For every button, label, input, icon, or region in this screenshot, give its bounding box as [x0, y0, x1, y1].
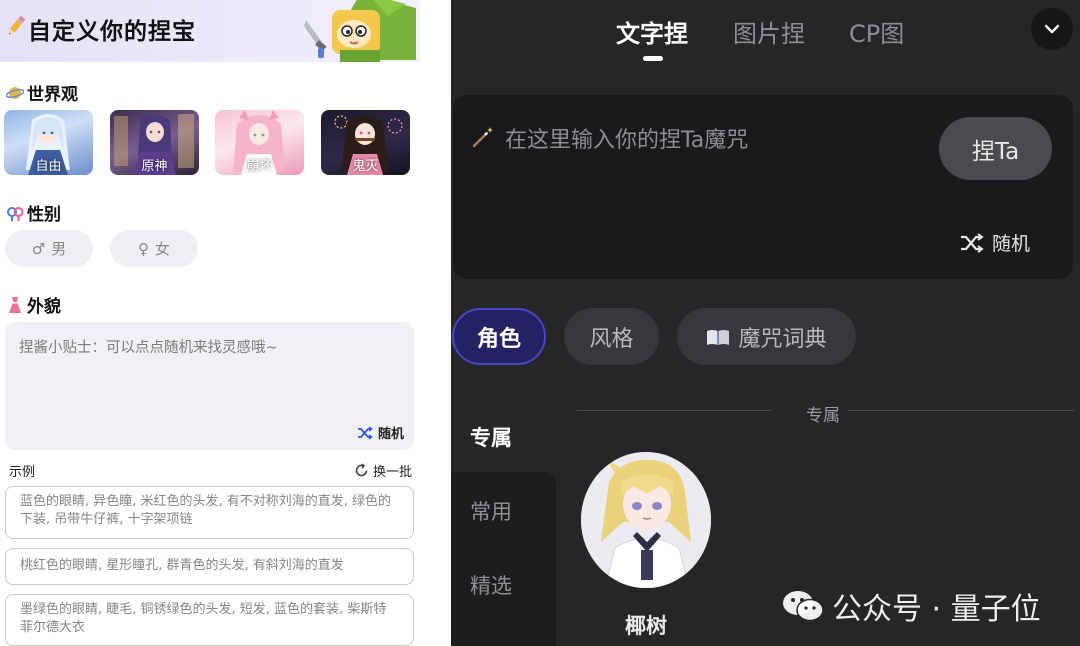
world-card-honkai[interactable]: 崩坏: [215, 110, 304, 175]
prompt-input[interactable]: 在这里输入你的捏Ta魔咒 捏Ta 随机: [453, 95, 1073, 279]
world-card-label: 原神: [141, 159, 168, 174]
book-icon: [707, 329, 730, 345]
side-nav-exclusive[interactable]: 专属: [470, 422, 512, 452]
worldview-heading: 世界观: [6, 80, 78, 105]
side-nav-common[interactable]: 常用: [470, 496, 512, 526]
tab-image[interactable]: 图片捏: [733, 14, 805, 49]
world-card-genshin[interactable]: 原神: [110, 110, 199, 175]
appearance-heading: 外貌: [6, 292, 61, 317]
gender-female-button[interactable]: ♀ 女: [110, 230, 198, 267]
gender-heading: 性别: [6, 200, 61, 225]
shuffle-icon: [961, 232, 984, 253]
character-portrait: [581, 452, 711, 588]
mascot-illustration: [304, 0, 416, 62]
example-item[interactable]: 桃红色的眼睛, 星形瞳孔, 群青色的头发, 有斜刘海的直发: [5, 548, 414, 585]
world-card-demon-slayer[interactable]: 鬼灭: [321, 110, 410, 175]
editor-panel: 文字捏 图片捏 CP图 在这里输入你的捏Ta魔咒 捏Ta 随机 角色 风格 魔咒…: [451, 0, 1080, 646]
prompt-placeholder: 在这里输入你的捏Ta魔咒: [505, 128, 749, 153]
refresh-icon: [355, 463, 368, 477]
examples-label: 示例: [9, 465, 36, 480]
gender-icon: [7, 206, 24, 221]
chip-style-label: 风格: [589, 326, 634, 352]
page-title: 自定义你的捏宝: [28, 19, 196, 45]
chevron-down-icon: [1044, 24, 1060, 34]
wechat-icon: [783, 591, 824, 622]
chip-style[interactable]: 风格: [564, 308, 659, 365]
dress-icon: [9, 296, 21, 313]
male-icon: ♂: [31, 239, 46, 258]
chip-spell-dictionary[interactable]: 魔咒词典: [677, 308, 856, 365]
customize-panel: 自定义你的捏宝 世界观 自由 原神 崩坏 鬼灭 性别 ♂ 男 ♀ 女 外貌 捏酱…: [0, 0, 420, 646]
side-nav: 常用 精选: [451, 472, 556, 646]
chip-character-label: 角色: [476, 326, 521, 352]
planet-icon: [6, 86, 24, 99]
character-avatar[interactable]: [581, 452, 711, 588]
female-icon: ♀: [137, 239, 149, 258]
divider-left: [577, 410, 771, 411]
world-card-free[interactable]: 自由: [4, 110, 93, 175]
gender-male-label: 男: [51, 240, 67, 258]
watermark: 公众号 · 量子位: [782, 584, 1041, 628]
appearance-random-button[interactable]: 随机: [357, 423, 404, 442]
world-card-label: 鬼灭: [352, 159, 379, 174]
gender-male-button[interactable]: ♂ 男: [5, 230, 93, 267]
active-tab-indicator: [643, 56, 663, 61]
gender-female-label: 女: [154, 240, 170, 258]
chip-spell-dictionary-label: 魔咒词典: [738, 326, 827, 352]
gender-heading-text: 性别: [27, 205, 61, 225]
character-name: 椰树: [625, 614, 667, 638]
watermark-text: 公众号 · 量子位: [832, 592, 1041, 627]
divider-right: [848, 410, 1074, 411]
appearance-placeholder: 捏酱小贴士：可以点点随机来找灵感哦~: [19, 340, 278, 356]
tab-cp[interactable]: CP图: [849, 14, 904, 49]
generate-button[interactable]: 捏Ta: [939, 117, 1052, 180]
appearance-heading-text: 外貌: [27, 297, 61, 317]
section-title: 专属: [806, 406, 840, 426]
appearance-input[interactable]: 捏酱小贴士：可以点点随机来找灵感哦~ 随机: [5, 322, 414, 450]
pencil-icon: [8, 15, 26, 35]
prompt-random-button[interactable]: 随机: [960, 229, 1030, 256]
world-card-label: 自由: [35, 159, 62, 174]
collapse-button[interactable]: [1031, 8, 1073, 50]
shuffle-icon: [357, 425, 373, 440]
examples-refresh-button[interactable]: 换一批: [354, 461, 412, 480]
magic-wand-icon: [472, 127, 493, 148]
example-item[interactable]: 墨绿色的眼睛, 睫毛, 铜锈绿色的头发, 短发, 蓝色的套装, 柴斯特菲尔德大衣: [5, 594, 414, 646]
chip-character[interactable]: 角色: [452, 308, 546, 365]
side-nav-featured[interactable]: 精选: [470, 570, 512, 600]
prompt-random-label: 随机: [992, 233, 1031, 255]
world-card-label: 崩坏: [246, 159, 273, 174]
appearance-random-label: 随机: [377, 427, 404, 442]
examples-refresh-label: 换一批: [372, 465, 412, 480]
example-item[interactable]: 蓝色的眼睛, 异色瞳, 米红色的头发, 有不对称刘海的直发, 绿色的下装, 吊带…: [5, 486, 414, 539]
tab-text[interactable]: 文字捏: [616, 14, 688, 49]
worldview-heading-text: 世界观: [27, 85, 78, 105]
mode-tabs: 文字捏 图片捏 CP图: [451, 14, 1080, 54]
panel-header: 自定义你的捏宝: [0, 0, 420, 62]
